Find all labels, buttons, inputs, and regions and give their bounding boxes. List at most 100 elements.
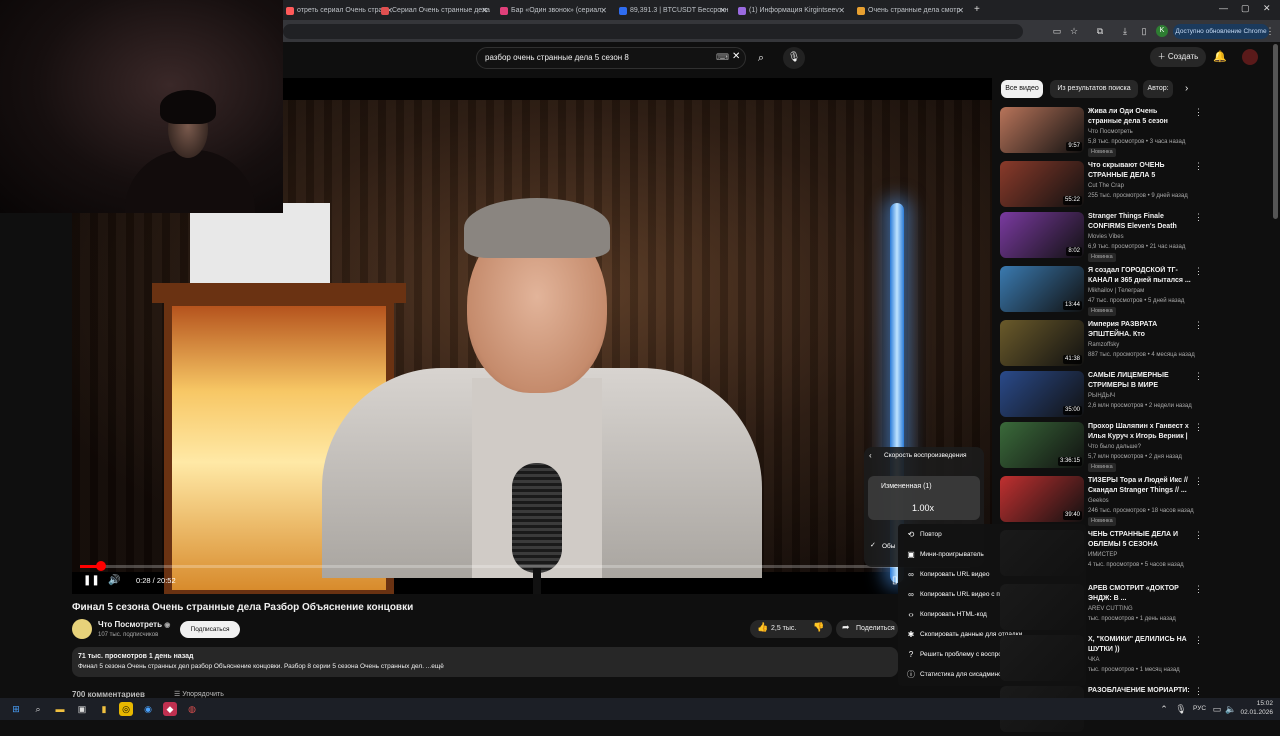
recommendation-item[interactable]: 35:00 САМЫЕ ЛИЦЕМЕРНЫЕ СТРИМЕРЫ В МИРЕ РЫН… [1000, 371, 1203, 421]
new-tab-button[interactable]: + [974, 4, 980, 15]
browser-tab[interactable]: Бар «Один звонок» (сериал, ✕ [497, 2, 613, 20]
tab-close-icon[interactable]: ✕ [719, 2, 726, 20]
browser-tab[interactable]: 89,391.3 | BTCUSDT Бессрочн ✕ [616, 2, 732, 20]
chip-all-videos[interactable]: Все видео [1001, 80, 1043, 98]
recommendation-item[interactable]: АРЕВ СМОТРИТ «ДОКТОР ЭНДЖ: В ... AREV CUT… [1000, 584, 1203, 634]
tray-chevron-icon[interactable]: ⌃ [1157, 702, 1171, 716]
recommendation-thumbnail[interactable]: 41:38 [1000, 320, 1084, 366]
more-options-icon[interactable]: ⋮ [1194, 422, 1203, 432]
more-options-icon[interactable]: ⋮ [1194, 320, 1203, 330]
download-icon[interactable]: ⤓ [1119, 25, 1131, 37]
taskbar-app-4-icon[interactable]: ◆ [163, 702, 177, 716]
recommendation-thumbnail[interactable] [1000, 635, 1084, 681]
recommendation-thumbnail[interactable]: 35:00 [1000, 371, 1084, 417]
search-button[interactable]: ⌕ [748, 47, 774, 69]
share-icon: ➦ [842, 622, 850, 632]
cast-icon[interactable]: ▭ [1051, 25, 1063, 37]
maximize-button[interactable]: ▢ [1241, 3, 1250, 14]
recommendation-thumbnail[interactable] [1000, 584, 1084, 630]
pause-icon[interactable]: ❚❚ [83, 575, 100, 586]
taskbar-search-icon[interactable]: ⌕ [31, 702, 45, 716]
browser-tab[interactable]: Сериал Очень странные дела ✕ [378, 2, 494, 20]
more-options-icon[interactable]: ⋮ [1194, 584, 1203, 594]
more-options-icon[interactable]: ⋮ [1194, 635, 1203, 645]
more-options-icon[interactable]: ⋮ [1194, 476, 1203, 486]
chrome-icon[interactable]: ◉ [141, 702, 155, 716]
clock-date[interactable]: 02.01.2026 [1238, 709, 1273, 717]
volume-icon[interactable]: 🔊 [108, 575, 120, 586]
recommendation-item[interactable]: 55:22 Что скрывают ОЧЕНЬ СТРАННЫЕ ДЕЛА 5 C… [1000, 161, 1203, 211]
more-options-icon[interactable]: ⋮ [1194, 107, 1203, 117]
browser-menu-icon[interactable]: ⋮ [1264, 25, 1276, 37]
account-avatar[interactable] [1242, 49, 1258, 65]
more-options-icon[interactable]: ⋮ [1194, 212, 1203, 222]
search-input[interactable]: разбор очень странные дела 5 сезон 8 [476, 47, 746, 69]
windows-start-icon[interactable]: ⊞ [9, 702, 23, 716]
chip-author[interactable]: Автор: [1143, 80, 1173, 98]
more-options-icon[interactable]: ⋮ [1194, 266, 1203, 276]
recommendation-thumbnail[interactable]: 55:22 [1000, 161, 1084, 207]
voice-search-button[interactable]: 🎙 [783, 47, 805, 69]
like-icon[interactable]: 👍 [757, 622, 768, 633]
clock-time[interactable]: 15:02 [1245, 700, 1273, 708]
recommendation-item[interactable]: 13:44 Я создал ГОРОДСКОЙ ТГ-КАНАЛ и 365 д… [1000, 266, 1203, 316]
create-button[interactable]: ＋ Создать [1150, 47, 1206, 67]
chips-next-chevron-icon[interactable]: › [1185, 83, 1188, 94]
more-options-icon[interactable]: ⋮ [1194, 530, 1203, 540]
subtitles-icon[interactable]: ▯ [892, 575, 898, 586]
clear-search-icon[interactable]: ✕ [732, 51, 740, 62]
chrome-update-button[interactable]: Доступно обновление Chrome [1173, 24, 1269, 39]
recommendation-thumbnail[interactable]: 13:44 [1000, 266, 1084, 312]
channel-name[interactable]: Что Посмотреть ◉ [98, 620, 170, 631]
chip-from-search[interactable]: Из результатов поиска [1050, 80, 1138, 98]
browser-tab[interactable]: (1) Информация Kirgintseev ✕ [735, 2, 851, 20]
microphone-tray-icon[interactable]: 🎙 [1174, 702, 1188, 716]
sidepanel-icon[interactable]: ▯ [1138, 25, 1150, 37]
address-bar[interactable] [283, 24, 1023, 39]
recommendation-thumbnail[interactable]: 3:36:15 [1000, 422, 1084, 468]
more-options-icon[interactable]: ⋮ [1194, 371, 1203, 381]
keyboard-language[interactable]: РУС [1193, 705, 1206, 712]
tab-close-icon[interactable]: ✕ [600, 2, 607, 20]
more-options-icon[interactable]: ⋮ [1194, 686, 1203, 696]
minimize-button[interactable]: — [1219, 3, 1228, 13]
like-count[interactable]: 2,5 тыс. [771, 624, 796, 634]
taskbar-app-5-icon[interactable]: ◍ [185, 702, 199, 716]
recommendation-item[interactable]: ЧЕНЬ СТРАННЫЕ ДЕЛА И ОБЛЕМЫ 5 СЕЗОНА ИМИС… [1000, 530, 1203, 580]
recommendation-thumbnail[interactable]: 39:40 [1000, 476, 1084, 522]
recommendation-item[interactable]: 8:02 Stranger Things Finale CONFIRMS Elev… [1000, 212, 1203, 262]
extensions-icon[interactable]: ⧉ [1094, 25, 1106, 37]
more-options-icon[interactable]: ⋮ [1194, 161, 1203, 171]
recommendation-item[interactable]: 3:36:15 Прохор Шаляпин х Ганвест х Илья К… [1000, 422, 1203, 472]
page-scrollbar[interactable] [1273, 44, 1278, 219]
recommendation-thumbnail[interactable]: 8:02 [1000, 212, 1084, 258]
network-icon[interactable]: ▭ [1210, 702, 1224, 716]
browser-tab[interactable]: Очень странные дела смотр ✕ [854, 2, 970, 20]
progress-scrubber[interactable] [96, 561, 106, 571]
tab-close-icon[interactable]: ✕ [838, 2, 845, 20]
taskbar-app-2-icon[interactable]: ▮ [97, 702, 111, 716]
normal-speed-option[interactable]: Обы [882, 541, 895, 553]
back-chevron-icon[interactable]: ‹ [869, 450, 872, 462]
progress-bar[interactable] [80, 565, 970, 568]
channel-avatar[interactable] [72, 619, 92, 639]
close-window-button[interactable]: ✕ [1263, 3, 1271, 14]
recommendation-item[interactable]: 41:38 Империя РАЗВРАТА ЭПШТЕЙНА. Кто поль… [1000, 320, 1203, 370]
taskbar-app-3-icon[interactable]: ◎ [119, 702, 133, 716]
recommendation-item[interactable]: 9:57 Жива ли Оди Очень странные дела 5 се… [1000, 107, 1203, 157]
recommendation-item[interactable]: Х, "КОМИКИ" ДЕЛИЛИСЬ НА ШУТКИ )) ЧКА тыс. … [1000, 635, 1203, 685]
notifications-bell-icon[interactable]: 🔔 [1213, 50, 1227, 63]
tab-close-icon[interactable]: ✕ [481, 2, 488, 20]
keyboard-icon[interactable]: ⌨ [716, 52, 729, 63]
recommendation-thumbnail[interactable] [1000, 530, 1084, 576]
volume-tray-icon[interactable]: 🔈 [1224, 702, 1238, 716]
recommendation-item[interactable]: 39:40 ТИЗЕРЫ Тора и Людей Икс // Скандал … [1000, 476, 1203, 526]
recommendation-thumbnail[interactable]: 9:57 [1000, 107, 1084, 153]
subscribe-button[interactable]: Подписаться [180, 621, 240, 638]
taskbar-app-icon[interactable]: ▣ [75, 702, 89, 716]
dislike-icon[interactable]: 👎 [813, 622, 824, 633]
file-explorer-icon[interactable]: ▬ [53, 702, 67, 716]
profile-icon[interactable]: K [1156, 25, 1168, 37]
bookmark-star-icon[interactable]: ☆ [1068, 25, 1080, 37]
tab-close-icon[interactable]: ✕ [957, 2, 964, 20]
